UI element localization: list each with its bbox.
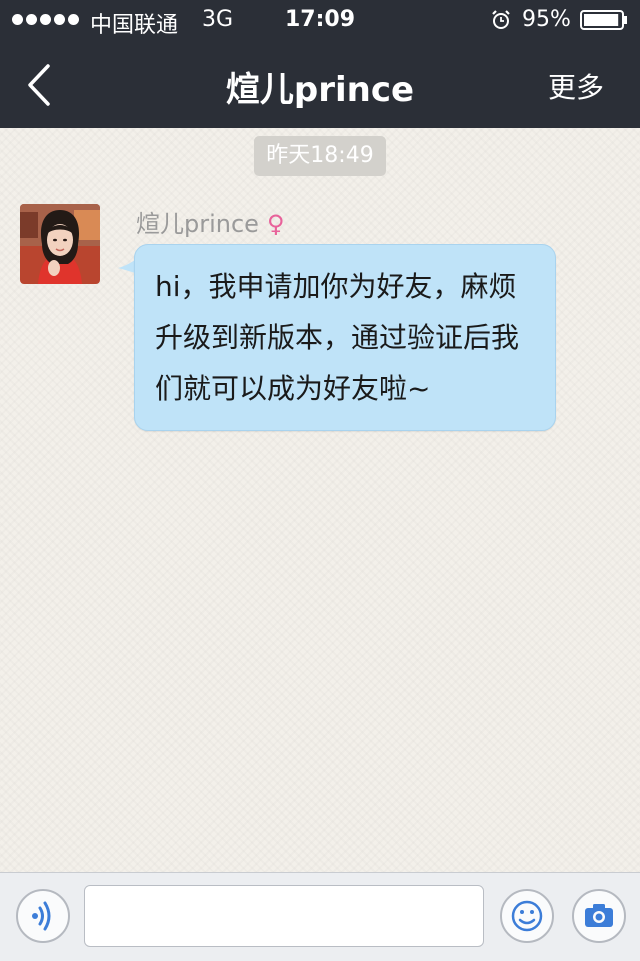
- voice-icon: [32, 901, 51, 931]
- message-timestamp: 昨天18:49: [254, 136, 386, 176]
- message-bubble[interactable]: hi，我申请加你为好友，麻烦升级到新版本，通过验证后我们就可以成为好友啦~: [134, 244, 556, 431]
- avatar-photo: [20, 204, 100, 284]
- sender-name-text: 煊儿prince: [136, 210, 259, 238]
- message-input[interactable]: [84, 885, 484, 947]
- navigation-bar: 煊儿prince 更多: [0, 40, 640, 128]
- chat-area[interactable]: 昨天18:49 煊儿prince ♀ hi，我申请加你为好友，麻烦升级到新版本，通…: [0, 128, 640, 872]
- voice-button[interactable]: [16, 889, 70, 943]
- status-bar: 中国联通 3G 17:09 95%: [0, 0, 640, 40]
- female-gender-icon: ♀: [266, 210, 285, 238]
- camera-button[interactable]: [572, 889, 626, 943]
- avatar[interactable]: [20, 204, 100, 284]
- sender-name: 煊儿prince ♀: [136, 204, 285, 239]
- chat-title: 煊儿prince: [225, 70, 415, 110]
- battery-percent: 95%: [522, 7, 571, 32]
- input-bar: [0, 872, 640, 961]
- camera-icon: [585, 904, 613, 927]
- emoji-icon: [511, 900, 543, 932]
- emoji-button[interactable]: [500, 889, 554, 943]
- battery-icon: [580, 10, 627, 30]
- alarm-clock-icon: [492, 10, 510, 29]
- more-button[interactable]: 更多: [548, 66, 604, 106]
